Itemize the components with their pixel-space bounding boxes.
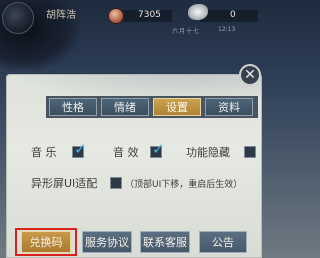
notch-adapt-checkbox[interactable]	[110, 177, 122, 189]
close-button[interactable]: ✕	[239, 64, 261, 86]
contact-support-button[interactable]: 联系客服	[140, 231, 190, 253]
hide-features-checkbox[interactable]	[244, 146, 256, 158]
player-name: 胡阵浩	[46, 10, 76, 21]
check-icon: ✓	[74, 140, 87, 158]
tab-personality[interactable]: 性格	[49, 98, 97, 116]
tab-profile[interactable]: 资料	[205, 98, 253, 116]
sfx-label: 音 效	[113, 146, 139, 159]
game-clock: 12:13	[218, 26, 236, 33]
jade-bar	[200, 10, 258, 22]
notch-adapt-label: 异形屏UI适配	[31, 177, 98, 190]
jade-icon	[188, 4, 208, 20]
announcement-button[interactable]: 公告	[199, 231, 247, 253]
music-label: 音 乐	[31, 146, 57, 159]
service-agreement-button[interactable]: 服务协议	[82, 231, 132, 253]
notch-hint: （顶部UI下移，重启后生效）	[125, 180, 243, 190]
coin-icon	[108, 8, 124, 24]
sfx-checkbox[interactable]: ✓	[150, 142, 165, 158]
game-date: 六月十七	[172, 28, 201, 35]
avatar[interactable]	[2, 2, 34, 34]
music-checkbox[interactable]: ✓	[72, 142, 87, 158]
check-icon: ✓	[152, 140, 165, 158]
coin-value: 7305	[138, 10, 161, 20]
jade-value: 0	[230, 10, 236, 20]
hide-features-label: 功能隐藏	[186, 146, 230, 159]
tab-bar: 性格 情绪 设置 资料	[46, 96, 258, 118]
redeem-code-button[interactable]: 兑换码	[21, 231, 71, 253]
top-hud: 胡阵浩 7305 0 六月十七 12:13	[0, 0, 272, 35]
tab-mood[interactable]: 情绪	[101, 98, 149, 116]
tab-settings[interactable]: 设置	[153, 98, 201, 116]
close-icon: ✕	[244, 67, 256, 83]
